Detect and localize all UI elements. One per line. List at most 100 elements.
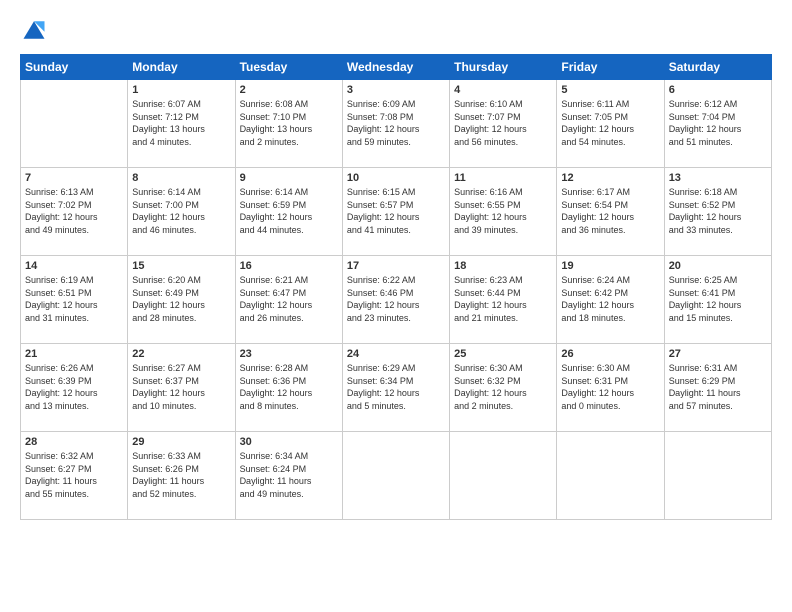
day-number: 12 bbox=[561, 172, 659, 184]
day-number: 14 bbox=[25, 260, 123, 272]
day-info: Sunrise: 6:13 AM Sunset: 7:02 PM Dayligh… bbox=[25, 186, 123, 236]
calendar-cell: 16 Sunrise: 6:21 AM Sunset: 6:47 PM Dayli… bbox=[235, 256, 342, 344]
day-number: 25 bbox=[454, 348, 552, 360]
day-number: 24 bbox=[347, 348, 445, 360]
day-number: 20 bbox=[669, 260, 767, 272]
day-info: Sunrise: 6:07 AM Sunset: 7:12 PM Dayligh… bbox=[132, 98, 230, 148]
day-number: 4 bbox=[454, 84, 552, 96]
day-info: Sunrise: 6:27 AM Sunset: 6:37 PM Dayligh… bbox=[132, 362, 230, 412]
calendar-cell: 28Sunrise: 6:32 AM Sunset: 6:27 PM Dayli… bbox=[21, 432, 128, 520]
calendar-cell: 5 Sunrise: 6:11 AM Sunset: 7:05 PM Daylig… bbox=[557, 80, 664, 168]
calendar-cell bbox=[342, 432, 449, 520]
calendar-cell: 8 Sunrise: 6:14 AM Sunset: 7:00 PM Daylig… bbox=[128, 168, 235, 256]
day-number: 10 bbox=[347, 172, 445, 184]
calendar-cell: 12 Sunrise: 6:17 AM Sunset: 6:54 PM Dayli… bbox=[557, 168, 664, 256]
calendar-cell: 25 Sunrise: 6:30 AM Sunset: 6:32 PM Dayli… bbox=[450, 344, 557, 432]
calendar-cell: 6 Sunrise: 6:12 AM Sunset: 7:04 PM Daylig… bbox=[664, 80, 771, 168]
day-number: 22 bbox=[132, 348, 230, 360]
calendar-cell bbox=[664, 432, 771, 520]
calendar-week-5: 28Sunrise: 6:32 AM Sunset: 6:27 PM Dayli… bbox=[21, 432, 772, 520]
day-info: Sunrise: 6:30 AM Sunset: 6:32 PM Dayligh… bbox=[454, 362, 552, 412]
calendar-cell: 30 Sunrise: 6:34 AM Sunset: 6:24 PM Dayli… bbox=[235, 432, 342, 520]
calendar-cell: 22 Sunrise: 6:27 AM Sunset: 6:37 PM Dayli… bbox=[128, 344, 235, 432]
day-number: 23 bbox=[240, 348, 338, 360]
calendar-week-2: 7 Sunrise: 6:13 AM Sunset: 7:02 PM Daylig… bbox=[21, 168, 772, 256]
day-info: Sunrise: 6:15 AM Sunset: 6:57 PM Dayligh… bbox=[347, 186, 445, 236]
day-number: 18 bbox=[454, 260, 552, 272]
header bbox=[20, 16, 772, 44]
calendar-cell: 24Sunrise: 6:29 AM Sunset: 6:34 PM Dayli… bbox=[342, 344, 449, 432]
calendar-cell: 17 Sunrise: 6:22 AM Sunset: 6:46 PM Dayli… bbox=[342, 256, 449, 344]
day-number: 19 bbox=[561, 260, 659, 272]
day-info: Sunrise: 6:33 AM Sunset: 6:26 PM Dayligh… bbox=[132, 450, 230, 500]
day-info: Sunrise: 6:24 AM Sunset: 6:42 PM Dayligh… bbox=[561, 274, 659, 324]
calendar-cell: 9 Sunrise: 6:14 AM Sunset: 6:59 PM Daylig… bbox=[235, 168, 342, 256]
day-number: 8 bbox=[132, 172, 230, 184]
weekday-header-friday: Friday bbox=[557, 55, 664, 80]
calendar-cell: 19 Sunrise: 6:24 AM Sunset: 6:42 PM Dayli… bbox=[557, 256, 664, 344]
day-info: Sunrise: 6:25 AM Sunset: 6:41 PM Dayligh… bbox=[669, 274, 767, 324]
day-number: 5 bbox=[561, 84, 659, 96]
day-info: Sunrise: 6:08 AM Sunset: 7:10 PM Dayligh… bbox=[240, 98, 338, 148]
calendar-cell: 14 Sunrise: 6:19 AM Sunset: 6:51 PM Dayli… bbox=[21, 256, 128, 344]
day-info: Sunrise: 6:22 AM Sunset: 6:46 PM Dayligh… bbox=[347, 274, 445, 324]
logo bbox=[20, 16, 52, 44]
calendar-week-4: 21 Sunrise: 6:26 AM Sunset: 6:39 PM Dayli… bbox=[21, 344, 772, 432]
calendar-cell: 18 Sunrise: 6:23 AM Sunset: 6:44 PM Dayli… bbox=[450, 256, 557, 344]
day-info: Sunrise: 6:09 AM Sunset: 7:08 PM Dayligh… bbox=[347, 98, 445, 148]
calendar-week-1: 1 Sunrise: 6:07 AM Sunset: 7:12 PM Daylig… bbox=[21, 80, 772, 168]
day-info: Sunrise: 6:19 AM Sunset: 6:51 PM Dayligh… bbox=[25, 274, 123, 324]
day-number: 30 bbox=[240, 436, 338, 448]
day-info: Sunrise: 6:14 AM Sunset: 6:59 PM Dayligh… bbox=[240, 186, 338, 236]
weekday-header-tuesday: Tuesday bbox=[235, 55, 342, 80]
day-number: 21 bbox=[25, 348, 123, 360]
calendar-cell: 2Sunrise: 6:08 AM Sunset: 7:10 PM Daylig… bbox=[235, 80, 342, 168]
weekday-header-sunday: Sunday bbox=[21, 55, 128, 80]
calendar-cell: 15Sunrise: 6:20 AM Sunset: 6:49 PM Dayli… bbox=[128, 256, 235, 344]
day-info: Sunrise: 6:28 AM Sunset: 6:36 PM Dayligh… bbox=[240, 362, 338, 412]
logo-icon bbox=[20, 16, 48, 44]
day-info: Sunrise: 6:34 AM Sunset: 6:24 PM Dayligh… bbox=[240, 450, 338, 500]
calendar-cell: 21 Sunrise: 6:26 AM Sunset: 6:39 PM Dayli… bbox=[21, 344, 128, 432]
page: SundayMondayTuesdayWednesdayThursdayFrid… bbox=[0, 0, 792, 612]
day-info: Sunrise: 6:30 AM Sunset: 6:31 PM Dayligh… bbox=[561, 362, 659, 412]
calendar-cell: 10 Sunrise: 6:15 AM Sunset: 6:57 PM Dayli… bbox=[342, 168, 449, 256]
day-number: 15 bbox=[132, 260, 230, 272]
day-info: Sunrise: 6:12 AM Sunset: 7:04 PM Dayligh… bbox=[669, 98, 767, 148]
calendar-cell bbox=[557, 432, 664, 520]
day-number: 9 bbox=[240, 172, 338, 184]
calendar-week-3: 14 Sunrise: 6:19 AM Sunset: 6:51 PM Dayli… bbox=[21, 256, 772, 344]
calendar-cell bbox=[21, 80, 128, 168]
day-info: Sunrise: 6:14 AM Sunset: 7:00 PM Dayligh… bbox=[132, 186, 230, 236]
day-info: Sunrise: 6:21 AM Sunset: 6:47 PM Dayligh… bbox=[240, 274, 338, 324]
day-number: 28 bbox=[25, 436, 123, 448]
calendar-cell: 1 Sunrise: 6:07 AM Sunset: 7:12 PM Daylig… bbox=[128, 80, 235, 168]
day-number: 3 bbox=[347, 84, 445, 96]
calendar-cell: 27 Sunrise: 6:31 AM Sunset: 6:29 PM Dayli… bbox=[664, 344, 771, 432]
day-number: 11 bbox=[454, 172, 552, 184]
day-number: 6 bbox=[669, 84, 767, 96]
day-info: Sunrise: 6:23 AM Sunset: 6:44 PM Dayligh… bbox=[454, 274, 552, 324]
calendar-table: SundayMondayTuesdayWednesdayThursdayFrid… bbox=[20, 54, 772, 520]
weekday-header-monday: Monday bbox=[128, 55, 235, 80]
day-info: Sunrise: 6:26 AM Sunset: 6:39 PM Dayligh… bbox=[25, 362, 123, 412]
day-number: 29 bbox=[132, 436, 230, 448]
calendar-cell: 29 Sunrise: 6:33 AM Sunset: 6:26 PM Dayli… bbox=[128, 432, 235, 520]
day-info: Sunrise: 6:11 AM Sunset: 7:05 PM Dayligh… bbox=[561, 98, 659, 148]
day-info: Sunrise: 6:31 AM Sunset: 6:29 PM Dayligh… bbox=[669, 362, 767, 412]
calendar-cell: 11Sunrise: 6:16 AM Sunset: 6:55 PM Dayli… bbox=[450, 168, 557, 256]
weekday-header-saturday: Saturday bbox=[664, 55, 771, 80]
weekday-header-row: SundayMondayTuesdayWednesdayThursdayFrid… bbox=[21, 55, 772, 80]
calendar-cell: 13Sunrise: 6:18 AM Sunset: 6:52 PM Dayli… bbox=[664, 168, 771, 256]
calendar-cell: 26Sunrise: 6:30 AM Sunset: 6:31 PM Dayli… bbox=[557, 344, 664, 432]
day-number: 17 bbox=[347, 260, 445, 272]
day-info: Sunrise: 6:17 AM Sunset: 6:54 PM Dayligh… bbox=[561, 186, 659, 236]
day-number: 27 bbox=[669, 348, 767, 360]
calendar-cell: 3 Sunrise: 6:09 AM Sunset: 7:08 PM Daylig… bbox=[342, 80, 449, 168]
day-info: Sunrise: 6:10 AM Sunset: 7:07 PM Dayligh… bbox=[454, 98, 552, 148]
calendar-cell: 23 Sunrise: 6:28 AM Sunset: 6:36 PM Dayli… bbox=[235, 344, 342, 432]
day-number: 16 bbox=[240, 260, 338, 272]
calendar-cell: 7 Sunrise: 6:13 AM Sunset: 7:02 PM Daylig… bbox=[21, 168, 128, 256]
day-number: 7 bbox=[25, 172, 123, 184]
day-number: 1 bbox=[132, 84, 230, 96]
